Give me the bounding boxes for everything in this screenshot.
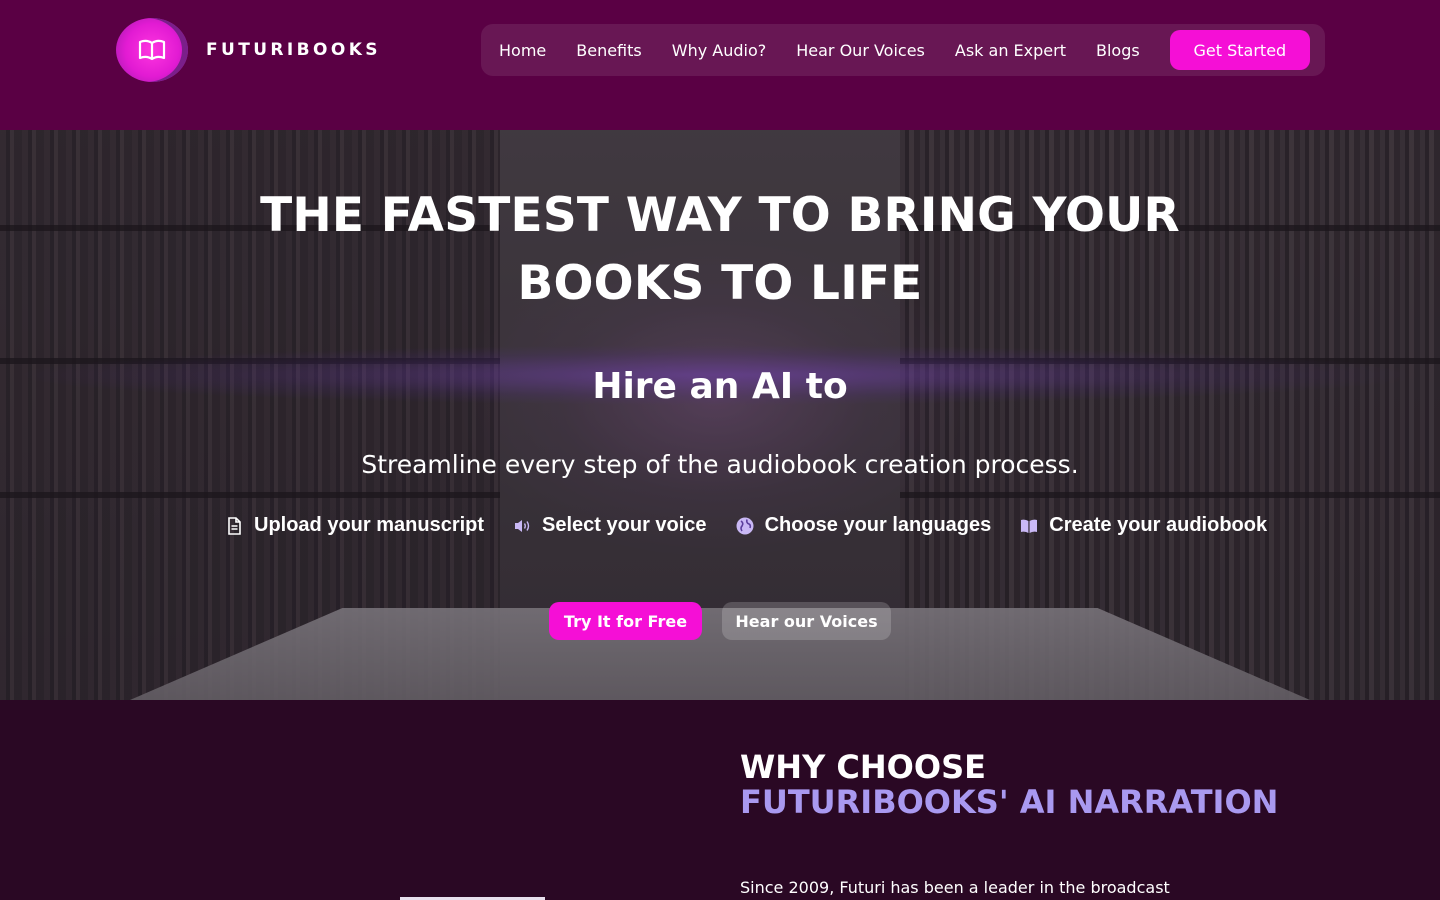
step-create: Create your audiobook: [1019, 514, 1267, 537]
speaker-icon: [515, 519, 530, 532]
document-icon: [228, 516, 241, 535]
why-heading-line2: FUTURIBOOKS' AI NARRATION: [740, 783, 1279, 821]
step-upload: Upload your manuscript: [224, 514, 484, 537]
nav-benefits[interactable]: Benefits: [576, 41, 642, 60]
hero-subtitle: Hire an AI to: [592, 366, 848, 407]
nav-why-audio[interactable]: Why Audio?: [672, 41, 766, 60]
logo[interactable]: FUTURIBOOKS: [116, 18, 381, 82]
try-it-free-button[interactable]: Try It for Free: [549, 602, 702, 640]
why-heading: WHY CHOOSE FUTURIBOOKS' AI NARRATION: [740, 750, 1340, 820]
nav-hear-our-voices[interactable]: Hear Our Voices: [796, 41, 925, 60]
hero-section: THE FASTEST WAY TO BRING YOUR BOOKS TO L…: [0, 130, 1440, 700]
step-label: Create your audiobook: [1049, 514, 1268, 536]
nav-ask-an-expert[interactable]: Ask an Expert: [955, 41, 1066, 60]
get-started-button[interactable]: Get Started: [1169, 30, 1310, 70]
step-voice: Select your voice: [512, 514, 707, 537]
step-label: Choose your languages: [764, 514, 992, 536]
process-steps: Upload your manuscript Select your voice…: [224, 514, 1267, 537]
nav-home[interactable]: Home: [499, 41, 546, 60]
open-book-icon: [116, 18, 188, 82]
globe-icon: [736, 517, 754, 534]
why-section: WHY CHOOSE FUTURIBOOKS' AI NARRATION Sin…: [0, 700, 1440, 900]
hero-title: THE FASTEST WAY TO BRING YOUR BOOKS TO L…: [260, 188, 1180, 311]
nav-blogs[interactable]: Blogs: [1096, 41, 1140, 60]
hear-our-voices-button[interactable]: Hear our Voices: [722, 602, 891, 640]
step-label: Upload your manuscript: [254, 514, 485, 536]
book-icon: [1021, 519, 1038, 533]
main-nav: Home Benefits Why Audio? Hear Our Voices…: [481, 24, 1325, 76]
site-header: FUTURIBOOKS Home Benefits Why Audio? Hea…: [0, 0, 1440, 130]
step-label: Select your voice: [542, 514, 707, 536]
brand-name: FUTURIBOOKS: [206, 40, 381, 60]
why-heading-line1: WHY CHOOSE: [740, 748, 986, 786]
hero-description: Streamline every step of the audiobook c…: [361, 450, 1079, 479]
step-languages: Choose your languages: [735, 514, 992, 537]
why-description: Since 2009, Futuri has been a leader in …: [740, 878, 1170, 897]
